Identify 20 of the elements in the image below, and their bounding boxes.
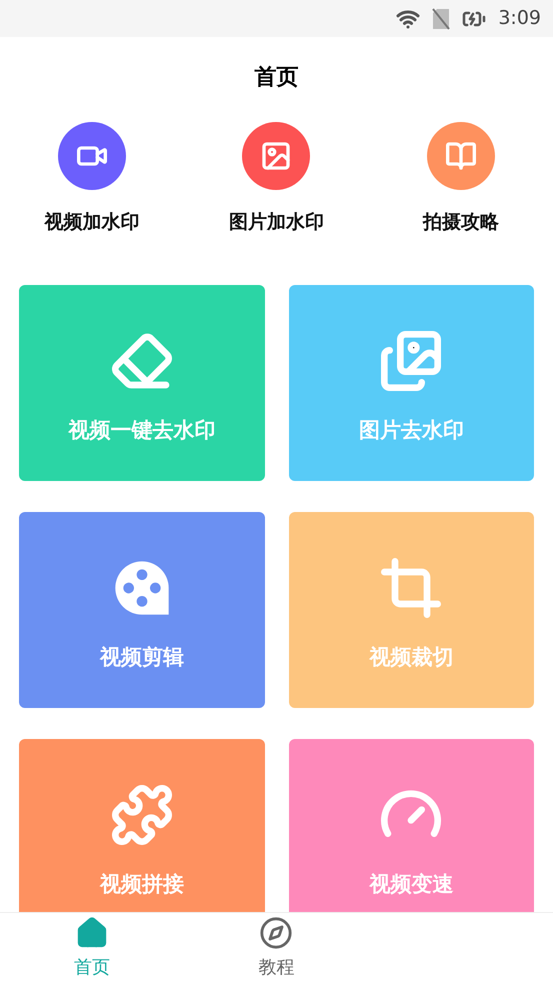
tool-card[interactable]: 视频一键去水印	[19, 284, 264, 480]
tool-card[interactable]: 视频拼接	[19, 738, 264, 912]
page-title: 首页	[254, 64, 298, 92]
tab-item[interactable]: 教程	[184, 913, 369, 983]
image-icon	[260, 140, 292, 172]
crop-icon	[379, 556, 444, 620]
tool-card[interactable]: 视频变速	[288, 738, 534, 912]
tab-item[interactable]: 首页	[0, 913, 184, 983]
book-icon	[444, 140, 477, 172]
status-time: 3:09	[498, 6, 541, 32]
quick-action[interactable]: 视频加水印	[0, 122, 184, 236]
tool-card[interactable]: 视频裁切	[288, 512, 534, 708]
quick-action[interactable]: 图片加水印	[184, 122, 369, 236]
tool-card[interactable]: 图片去水印	[288, 284, 534, 480]
compass-icon	[259, 916, 294, 950]
images-icon	[379, 328, 444, 393]
no-sim-icon	[432, 8, 450, 30]
tool-card[interactable]: 视频剪辑	[19, 512, 264, 708]
quick-action[interactable]: 拍摄攻略	[368, 122, 553, 236]
puzzle-icon	[110, 782, 174, 847]
